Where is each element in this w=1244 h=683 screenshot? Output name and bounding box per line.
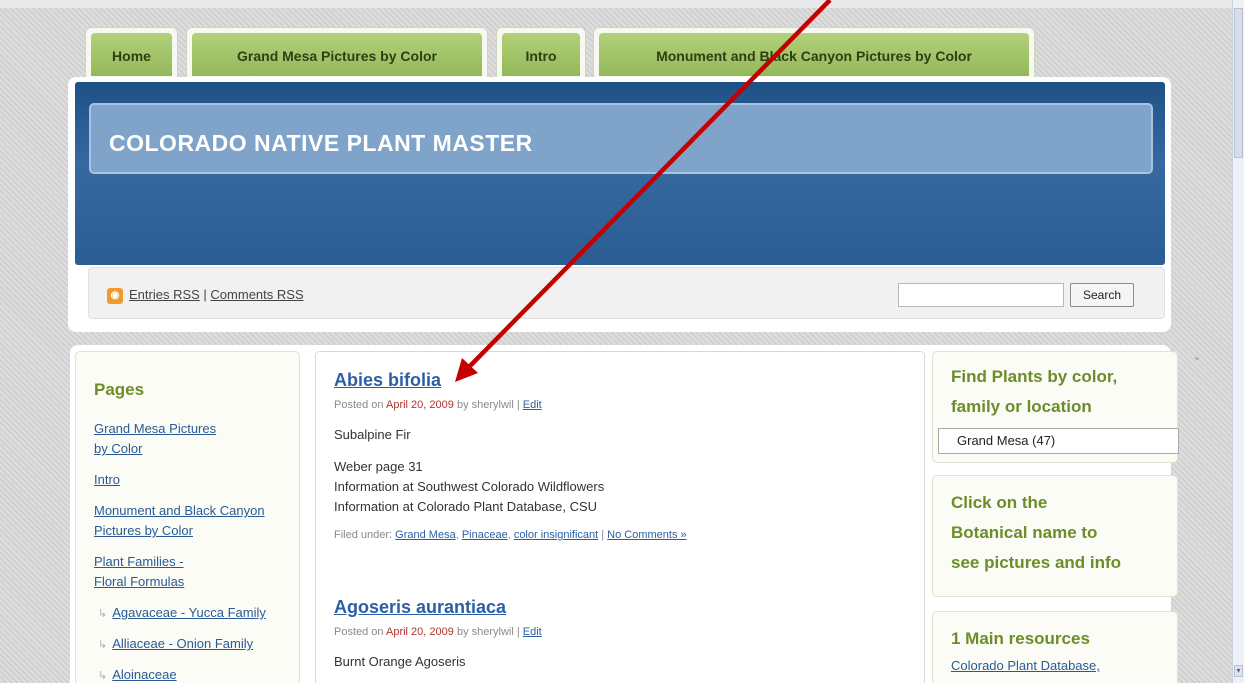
tab-intro[interactable]: Intro bbox=[496, 27, 586, 79]
post-author: by sherylwil | bbox=[453, 399, 523, 411]
post-details: Weber page 31 Information at Southwest C… bbox=[334, 457, 914, 517]
content-box: Pages Grand Mesa Pictures by Color Intro… bbox=[70, 345, 1179, 683]
click-info-widget: Click on the Botanical name to see pictu… bbox=[932, 475, 1178, 597]
scrollbar-thumb[interactable] bbox=[1234, 8, 1243, 158]
tab-grand-mesa-pictures-label: Grand Mesa Pictures by Color bbox=[192, 33, 482, 76]
post-abies-bifolia: Abies bifolia Posted on April 20, 2009 b… bbox=[334, 370, 914, 541]
post-meta: Posted on April 20, 2009 by sherylwil | … bbox=[334, 399, 914, 411]
edit-link[interactable]: Edit bbox=[523, 399, 542, 411]
post-filed-under: Filed under: Grand Mesa, Pinaceae, color… bbox=[334, 529, 687, 541]
category-link[interactable]: color insignificant bbox=[514, 529, 598, 541]
post-date: April 20, 2009 bbox=[386, 626, 454, 638]
category-dropdown[interactable]: Grand Mesa (47) bbox=[938, 428, 1179, 454]
tab-home[interactable]: Home bbox=[85, 27, 178, 79]
page-link-plant-families-line2[interactable]: Floral Formulas bbox=[94, 574, 184, 589]
pages-sidebar: Pages Grand Mesa Pictures by Color Intro… bbox=[75, 351, 300, 683]
post-title[interactable]: Abies bifolia bbox=[334, 370, 914, 391]
site-title[interactable]: COLORADO NATIVE PLANT MASTER bbox=[109, 130, 533, 157]
posted-on-label: Posted on bbox=[334, 626, 386, 638]
cursor-icon: ᵕ bbox=[1195, 354, 1199, 365]
header-banner: COLORADO NATIVE PLANT MASTER bbox=[75, 82, 1165, 265]
find-plants-heading-line2: family or location bbox=[951, 397, 1092, 416]
page-link-intro[interactable]: Intro bbox=[94, 472, 120, 487]
category-link[interactable]: Grand Mesa bbox=[395, 529, 456, 541]
site-title-bar: COLORADO NATIVE PLANT MASTER bbox=[89, 103, 1153, 174]
click-info-line2: Botanical name to bbox=[951, 523, 1098, 542]
find-plants-widget: Find Plants by color, family or location… bbox=[932, 351, 1179, 463]
posted-on-label: Posted on bbox=[334, 399, 386, 411]
browser-top-strip bbox=[0, 0, 1244, 8]
page-link-monument-line1[interactable]: Monument and Black Canyon bbox=[94, 503, 265, 518]
post-body: Subalpine Fir Weber page 31 Information … bbox=[334, 425, 914, 517]
page-link-alliaceae[interactable]: Alliaceae - Onion Family bbox=[112, 636, 253, 651]
post-line: Weber page 31 bbox=[334, 459, 423, 474]
post-body: Burnt Orange Agoseris bbox=[334, 652, 914, 672]
page-item-plant-families: Plant Families - Floral Formulas bbox=[94, 552, 294, 592]
post-common-name: Burnt Orange Agoseris bbox=[334, 654, 466, 669]
page-link-monument-line2[interactable]: Pictures by Color bbox=[94, 523, 193, 538]
tab-monument-black-canyon-label: Monument and Black Canyon Pictures by Co… bbox=[599, 33, 1029, 76]
click-info-line3: see pictures and info bbox=[951, 553, 1122, 572]
page-link-agavaceae[interactable]: Agavaceae - Yucca Family bbox=[112, 605, 266, 620]
tab-intro-label: Intro bbox=[502, 33, 580, 76]
comments-rss-link[interactable]: Comments RSS bbox=[210, 287, 303, 302]
resources-link[interactable]: Colorado Plant Database, bbox=[951, 658, 1177, 673]
search-input[interactable] bbox=[898, 283, 1064, 307]
vertical-scrollbar[interactable]: ▾ bbox=[1232, 0, 1244, 683]
page-link-grand-mesa-line2[interactable]: by Color bbox=[94, 441, 142, 456]
search-button[interactable]: Search bbox=[1070, 283, 1134, 307]
post-line[interactable]: Information at Southwest Colorado Wildfl… bbox=[334, 479, 604, 494]
post-author: by sherylwil | bbox=[453, 626, 523, 638]
post-meta: Posted on April 20, 2009 by sherylwil | … bbox=[334, 626, 914, 638]
post-date: April 20, 2009 bbox=[386, 399, 454, 411]
edit-link[interactable]: Edit bbox=[523, 626, 542, 638]
find-plants-heading-line1: Find Plants by color, bbox=[951, 367, 1118, 386]
rss-links: Entries RSS | Comments RSS bbox=[129, 287, 304, 302]
tab-grand-mesa-pictures[interactable]: Grand Mesa Pictures by Color bbox=[186, 27, 488, 79]
subitem-arrow-icon: ↳ bbox=[98, 639, 108, 651]
post-line[interactable]: Information at Colorado Plant Database, … bbox=[334, 499, 597, 514]
page-link-plant-families-line1[interactable]: Plant Families - bbox=[94, 554, 184, 569]
post-title[interactable]: Agoseris aurantiaca bbox=[334, 597, 914, 618]
page-link-aloinaceae[interactable]: Aloinaceae bbox=[112, 667, 176, 682]
subitem-arrow-icon: ↳ bbox=[98, 608, 108, 620]
tab-monument-black-canyon[interactable]: Monument and Black Canyon Pictures by Co… bbox=[593, 27, 1035, 79]
resources-heading: 1 Main resources bbox=[951, 629, 1090, 648]
page-item-monument: Monument and Black Canyon Pictures by Co… bbox=[94, 501, 294, 541]
filed-label: Filed under: bbox=[334, 529, 396, 541]
rss-icon[interactable]: ◉ bbox=[107, 288, 123, 304]
post-agoseris-aurantiaca: Agoseris aurantiaca Posted on April 20, … bbox=[334, 597, 914, 683]
tab-home-label: Home bbox=[91, 33, 172, 76]
comments-link[interactable]: No Comments » bbox=[607, 529, 686, 541]
rss-search-bar: ◉ Entries RSS | Comments RSS Search bbox=[88, 267, 1165, 319]
page-item-grand-mesa: Grand Mesa Pictures by Color bbox=[94, 419, 294, 459]
click-info-line1: Click on the bbox=[951, 493, 1048, 512]
posts-main: Abies bifolia Posted on April 20, 2009 b… bbox=[315, 351, 925, 683]
subitem-arrow-icon: ↳ bbox=[98, 670, 108, 682]
page-subitem: ↳ Alliaceae - Onion Family bbox=[94, 634, 294, 655]
scroll-down-arrow-icon[interactable]: ▾ bbox=[1234, 665, 1243, 677]
post-common-name: Subalpine Fir bbox=[334, 427, 411, 442]
page-subitem: ↳ Agavaceae - Yucca Family bbox=[94, 603, 294, 624]
header-box: COLORADO NATIVE PLANT MASTER ◉ Entries R… bbox=[68, 77, 1171, 332]
resources-widget: 1 Main resources Colorado Plant Database… bbox=[932, 611, 1178, 683]
page-subitem: ↳ Aloinaceae bbox=[94, 665, 294, 683]
page-link-grand-mesa-line1[interactable]: Grand Mesa Pictures bbox=[94, 421, 216, 436]
right-sidebar: Find Plants by color, family or location… bbox=[932, 351, 1179, 683]
rss-separator: | bbox=[199, 287, 211, 302]
pages-heading: Pages bbox=[94, 380, 145, 399]
pages-list: Grand Mesa Pictures by Color Intro Monum… bbox=[94, 419, 294, 683]
category-link[interactable]: Pinaceae bbox=[462, 529, 508, 541]
entries-rss-link[interactable]: Entries RSS bbox=[129, 287, 200, 302]
page-item-intro: Intro bbox=[94, 470, 294, 490]
